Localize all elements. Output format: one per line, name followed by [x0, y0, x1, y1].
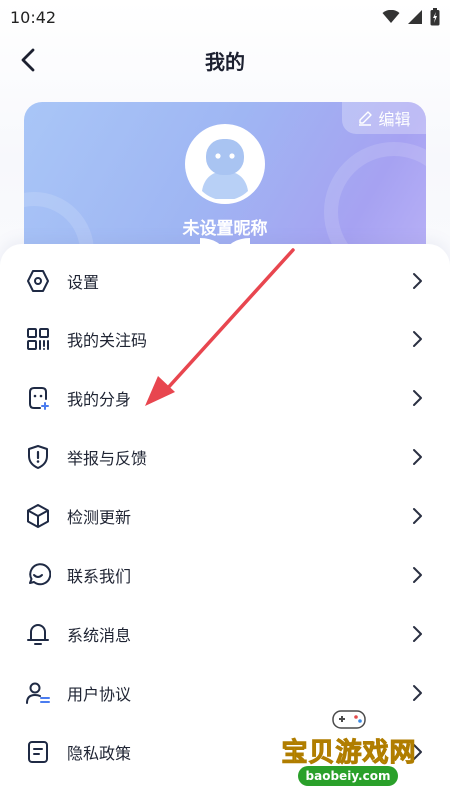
menu-item-my-clone[interactable]: 我的分身 — [0, 369, 450, 427]
chevron-right-icon — [413, 626, 422, 642]
menu-item-settings[interactable]: 设置 — [0, 252, 450, 310]
chevron-right-icon — [413, 567, 422, 583]
edit-profile-button[interactable]: 编辑 — [342, 102, 426, 134]
chevron-right-icon — [413, 390, 422, 406]
menu-item-label: 我的关注码 — [67, 331, 148, 350]
menu-item-report-feedback[interactable]: 举报与反馈 — [0, 428, 450, 486]
pencil-icon — [359, 111, 373, 126]
status-bar: 10:42 — [0, 0, 450, 34]
menu-item-label: 联系我们 — [67, 567, 132, 586]
status-time: 10:42 — [10, 7, 57, 27]
document-icon — [24, 738, 52, 766]
page-title: 我的 — [205, 49, 245, 74]
menu-item-system-messages[interactable]: 系统消息 — [0, 605, 450, 663]
gamepad-icon — [332, 710, 366, 729]
back-arrow-icon — [21, 48, 35, 72]
menu-item-label: 检测更新 — [67, 508, 132, 527]
chevron-right-icon — [413, 508, 422, 524]
chevron-right-icon — [413, 273, 422, 289]
chevron-right-icon — [413, 331, 422, 347]
shield-alert-icon — [24, 443, 52, 471]
menu-item-label: 举报与反馈 — [67, 449, 148, 468]
menu-item-follow-code[interactable]: 我的关注码 — [0, 310, 450, 368]
chevron-right-icon — [413, 449, 422, 465]
menu-item-check-update[interactable]: 检测更新 — [0, 487, 450, 545]
avatar[interactable] — [185, 124, 265, 204]
settings-hexagon-icon — [24, 267, 52, 295]
back-button[interactable] — [14, 44, 42, 76]
battery-icon — [430, 8, 440, 26]
cellular-signal-icon — [408, 10, 422, 24]
default-avatar-icon — [192, 131, 258, 199]
qr-code-icon — [24, 325, 52, 353]
wifi-icon — [382, 10, 400, 23]
watermark-logo: 宝贝游戏网 baobeiy.com — [274, 706, 424, 786]
status-icons — [382, 8, 440, 26]
edit-label: 编辑 — [378, 110, 411, 129]
chat-bubble-icon — [24, 561, 52, 589]
menu-item-label: 用户协议 — [67, 685, 132, 704]
menu-item-label: 系统消息 — [67, 626, 132, 645]
clone-face-icon — [24, 384, 52, 412]
menu-item-label: 我的分身 — [67, 390, 132, 409]
user-agreement-icon — [24, 679, 52, 707]
cube-update-icon — [24, 502, 52, 530]
bell-icon — [24, 620, 52, 648]
menu-item-label: 设置 — [67, 273, 100, 292]
watermark-url: baobeiy.com — [298, 766, 398, 786]
chevron-right-icon — [413, 685, 422, 701]
menu-item-label: 隐私政策 — [67, 744, 132, 763]
header: 我的 — [0, 40, 450, 80]
watermark-title: 宝贝游戏网 — [281, 738, 417, 769]
menu-item-contact-us[interactable]: 联系我们 — [0, 546, 450, 604]
